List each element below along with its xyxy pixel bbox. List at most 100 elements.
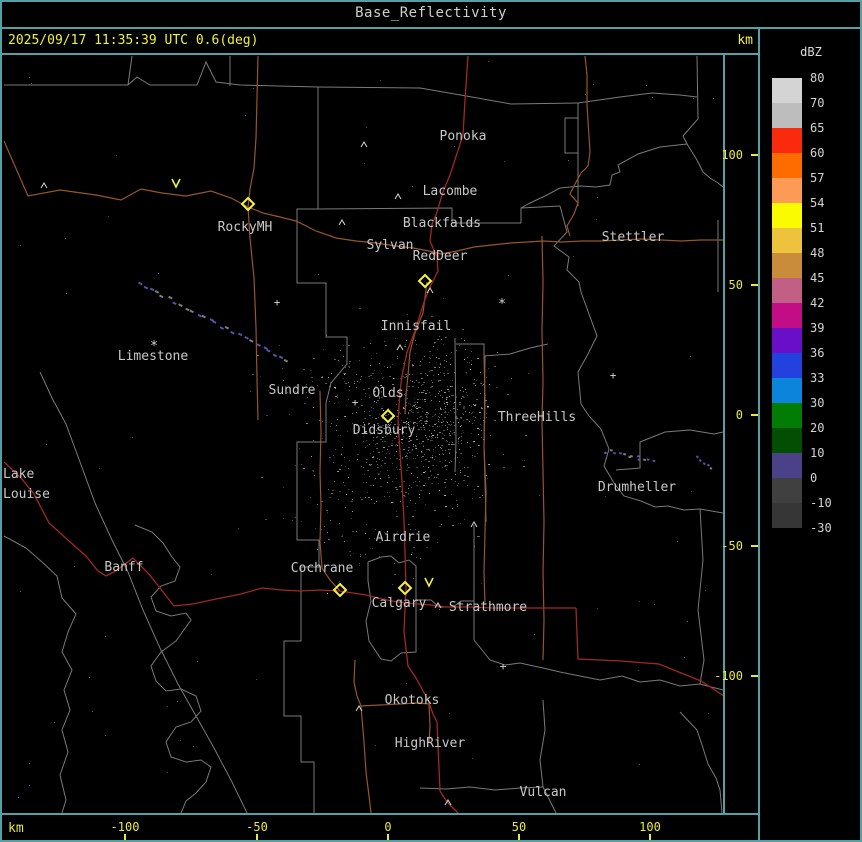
radar-echo-pixel <box>445 487 446 488</box>
radar-echo-pixel <box>418 387 419 388</box>
radar-echo-pixel <box>415 446 417 447</box>
colorbar-level-label: 20 <box>810 421 825 435</box>
radar-echo-pixel <box>99 468 100 469</box>
radar-echo-pixel <box>457 409 458 410</box>
radar-echo-pixel <box>411 473 412 474</box>
secondary-road-line <box>360 705 372 813</box>
radar-echo-pixel <box>457 506 458 507</box>
radar-echo-pixel <box>433 451 434 452</box>
radar-echo-pixel <box>420 373 422 374</box>
radar-echo-pixel <box>354 383 355 384</box>
radar-echo-pixel <box>459 437 460 438</box>
radar-echo-pixel <box>472 498 473 499</box>
radar-echo-pixel <box>360 497 361 498</box>
radar-echo-pixel <box>428 477 430 478</box>
radar-echo-pixel <box>411 554 412 555</box>
radar-echo-pixel <box>295 465 296 466</box>
right-axis-tick-label: 100 <box>721 148 743 162</box>
radar-echo-pixel <box>330 520 331 521</box>
radar-echo-pixel <box>393 378 394 379</box>
radar-echo-pixel <box>443 409 444 410</box>
site-plus-marker: + <box>352 396 359 409</box>
radar-echo-pixel <box>439 609 440 610</box>
radar-echo-pixel <box>406 458 408 459</box>
radar-echo-pixel <box>368 376 370 377</box>
river-echo-streak <box>197 313 203 318</box>
radar-echo-pixel <box>431 380 432 381</box>
radar-echo-pixel <box>474 405 476 406</box>
radar-echo-pixel <box>359 382 360 383</box>
radar-echo-pixel <box>423 382 425 383</box>
radar-echo-pixel <box>394 418 395 419</box>
radar-echo-pixel <box>463 408 465 409</box>
radar-echo-pixel <box>356 412 357 413</box>
radar-echo-pixel <box>330 426 331 427</box>
radar-echo-pixel <box>450 386 451 387</box>
radar-echo-pixel <box>407 453 408 454</box>
radar-echo-pixel <box>466 373 467 374</box>
radar-echo-pixel <box>424 421 426 422</box>
river-echo-streak <box>189 309 194 314</box>
river-echo-streak <box>603 451 607 455</box>
radar-echo-pixel <box>426 420 427 421</box>
radar-echo-pixel <box>421 461 422 462</box>
radar-echo-pixel <box>374 401 375 402</box>
radar-echo-pixel <box>445 450 446 451</box>
radar-echo-pixel <box>494 420 496 421</box>
radar-echo-pixel <box>481 430 482 431</box>
radar-echo-pixel <box>443 454 444 455</box>
radar-echo-pixel <box>257 355 259 356</box>
city-label: Strathmore <box>449 600 527 615</box>
city-label: RockyMH <box>218 220 273 235</box>
radar-echo-pixel <box>342 365 343 366</box>
river-echo-streak <box>219 326 225 330</box>
radar-echo-pixel <box>460 426 461 427</box>
radar-echo-pixel <box>353 553 354 554</box>
radar-echo-pixel <box>440 408 441 409</box>
radar-echo-pixel <box>417 477 418 478</box>
radar-echo-pixel <box>458 443 459 444</box>
radar-echo-pixel <box>415 510 416 511</box>
radar-echo-pixel <box>406 456 408 457</box>
radar-echo-pixel <box>337 419 338 420</box>
radar-echo-pixel <box>475 404 476 405</box>
radar-echo-pixel <box>238 528 239 529</box>
radar-echo-pixel <box>29 785 30 786</box>
radar-echo-pixel <box>292 520 293 521</box>
radar-echo-pixel <box>380 486 382 487</box>
radar-echo-pixel <box>409 467 410 468</box>
radar-echo-pixel <box>454 412 455 413</box>
radar-echo-pixel <box>423 485 425 486</box>
radar-echo-pixel <box>349 363 350 364</box>
radar-echo-pixel <box>439 380 441 381</box>
radar-echo-pixel <box>416 344 417 345</box>
radar-echo-pixel <box>472 412 473 413</box>
radar-echo-pixel <box>335 396 337 397</box>
radar-echo-pixel <box>304 403 306 404</box>
radar-echo-pixel <box>384 341 385 342</box>
radar-echo-pixel <box>432 458 433 459</box>
radar-echo-pixel <box>373 451 374 452</box>
radar-site-icon[interactable] <box>397 580 413 596</box>
radar-echo-pixel <box>383 410 384 411</box>
radar-echo-pixel <box>399 486 401 487</box>
radar-echo-pixel <box>431 316 433 317</box>
radar-echo-pixel <box>428 479 429 480</box>
radar-echo-pixel <box>361 399 362 400</box>
radar-echo-pixel <box>369 388 370 389</box>
radar-echo-pixel <box>412 516 414 517</box>
radar-echo-pixel <box>449 449 451 450</box>
radar-echo-pixel <box>396 511 397 512</box>
radar-site-icon[interactable] <box>417 273 433 289</box>
radar-echo-pixel <box>357 459 358 460</box>
radar-echo-pixel <box>432 426 434 427</box>
radar-echo-pixel <box>408 524 410 525</box>
city-label: Ponoka <box>440 129 487 144</box>
colorbar-level-label: 39 <box>810 321 825 335</box>
radar-echo-pixel <box>528 373 529 374</box>
radar-echo-pixel <box>461 433 462 434</box>
radar-echo-pixel <box>367 492 368 493</box>
radar-echo-pixel <box>377 464 378 465</box>
river-echo-streak <box>702 462 706 466</box>
radar-echo-pixel <box>364 163 365 164</box>
